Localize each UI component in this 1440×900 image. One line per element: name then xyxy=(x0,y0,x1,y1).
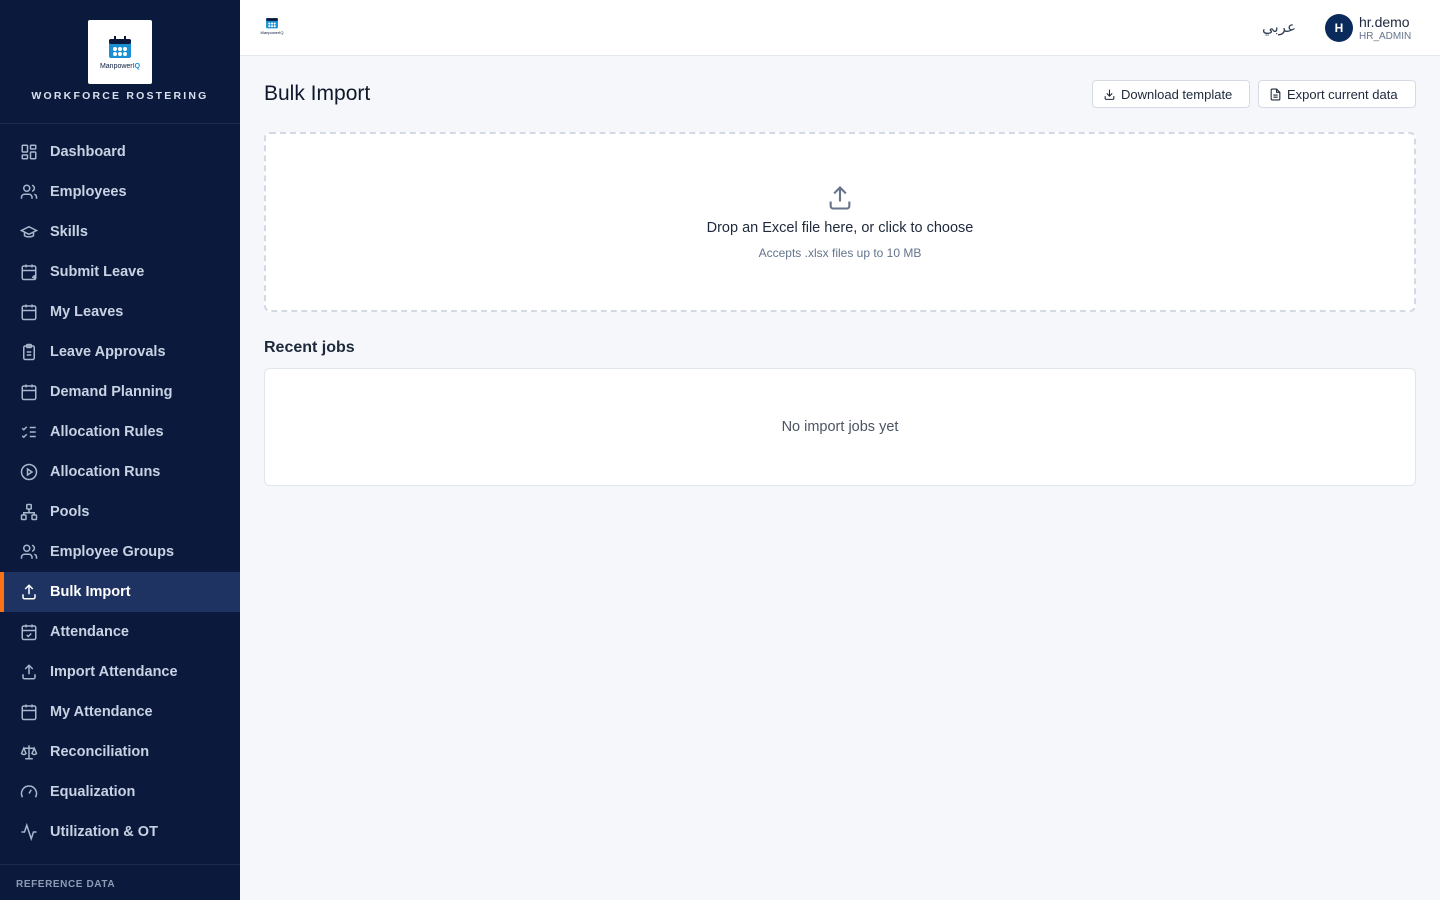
sidebar-item-label: Equalization xyxy=(50,784,136,800)
page-title: Bulk Import xyxy=(264,82,371,105)
user-name[interactable]: hr.demo xyxy=(1359,14,1410,30)
sidebar-item-demand-planning[interactable]: Demand Planning xyxy=(0,372,240,412)
sidebar-item-dashboard[interactable]: Dashboard xyxy=(0,132,240,172)
sidebar-item-label: Allocation Runs xyxy=(50,464,161,480)
topbar-logo-wordmark: ManpowerIQ xyxy=(260,30,284,35)
sidebar-item-employee-groups[interactable]: Employee Groups xyxy=(0,532,240,572)
sidebar-item-label: Dashboard xyxy=(50,144,126,160)
sidebar-item-label: Allocation Rules xyxy=(50,424,164,440)
sidebar-item-allocation-rules[interactable]: Allocation Rules xyxy=(0,412,240,452)
calendar-logo-icon xyxy=(266,18,278,29)
upload-icon xyxy=(20,663,38,681)
list-checks-icon xyxy=(20,423,38,441)
recent-jobs-title: Recent jobs xyxy=(264,339,355,356)
sidebar-item-label: Reconciliation xyxy=(50,744,150,760)
calendar-grid-icon xyxy=(20,383,38,401)
sidebar-item-import-attendance[interactable]: Import Attendance xyxy=(0,652,240,692)
topbar: ManpowerIQ عربي H hr.demo HR_ADMIN xyxy=(240,0,1440,56)
file-dropzone[interactable]: Drop an Excel file here, or click to cho… xyxy=(264,132,1416,312)
sidebar-item-submit-leave[interactable]: Submit Leave xyxy=(0,252,240,292)
avatar[interactable]: H xyxy=(1325,14,1353,42)
reference-data-section-label: REFERENCE DATA xyxy=(0,864,240,890)
calendar-grid-icon xyxy=(20,703,38,721)
sidebar-item-attendance[interactable]: Attendance xyxy=(0,612,240,652)
calendar-plus-icon xyxy=(20,263,38,281)
gauge-icon xyxy=(20,783,38,801)
sidebar-item-leave-approvals[interactable]: Leave Approvals xyxy=(0,332,240,372)
sidebar-item-label: Leave Approvals xyxy=(50,344,166,360)
upload-icon xyxy=(829,186,851,210)
sidebar-nav: Dashboard Employees Skills Submit Leave … xyxy=(0,124,240,852)
graduation-cap-icon xyxy=(20,223,38,241)
sidebar-item-bulk-import[interactable]: Bulk Import xyxy=(0,572,240,612)
brand-subtitle: WORKFORCE ROSTERING xyxy=(31,90,209,102)
users-icon xyxy=(20,183,38,201)
language-toggle[interactable]: عربي xyxy=(1262,18,1296,36)
sidebar-item-label: Utilization & OT xyxy=(50,824,158,840)
export-current-data-button[interactable]: Export current data xyxy=(1258,80,1416,108)
sidebar-item-reconciliation[interactable]: Reconciliation xyxy=(0,732,240,772)
recent-jobs-panel: No import jobs yet xyxy=(264,368,1416,486)
sidebar-item-label: Skills xyxy=(50,224,88,240)
sidebar-item-label: Employee Groups xyxy=(50,544,175,560)
brand-logo[interactable]: ManpowerIQ xyxy=(88,20,152,84)
download-template-button[interactable]: Download template xyxy=(1092,80,1250,108)
brand-header: ManpowerIQ WORKFORCE ROSTERING xyxy=(0,0,240,124)
calendar-check-icon xyxy=(20,623,38,641)
sidebar-item-skills[interactable]: Skills xyxy=(0,212,240,252)
scale-icon xyxy=(20,743,38,761)
sidebar-item-utilization-ot[interactable]: Utilization & OT xyxy=(0,812,240,852)
sidebar-item-label: Pools xyxy=(50,504,90,520)
upload-icon xyxy=(20,583,38,601)
sidebar-item-allocation-runs[interactable]: Allocation Runs xyxy=(0,452,240,492)
sidebar-item-label: Attendance xyxy=(50,624,129,640)
sidebar-item-employees[interactable]: Employees xyxy=(0,172,240,212)
clipboard-check-icon xyxy=(20,343,38,361)
sidebar-item-label: My Leaves xyxy=(50,304,124,320)
sidebar-item-label: Submit Leave xyxy=(50,264,145,280)
users-icon xyxy=(20,543,38,561)
sidebar-item-label: Bulk Import xyxy=(50,584,131,600)
logo-wordmark: ManpowerIQ xyxy=(99,62,141,70)
topbar-logo[interactable]: ManpowerIQ xyxy=(258,16,286,38)
file-text-icon xyxy=(1269,88,1282,101)
sidebar-item-label: Demand Planning xyxy=(50,384,173,400)
network-icon xyxy=(20,503,38,521)
download-template-label: Download template xyxy=(1121,86,1233,102)
dropzone-title: Drop an Excel file here, or click to cho… xyxy=(706,220,974,236)
sidebar: ManpowerIQ WORKFORCE ROSTERING Dashboard… xyxy=(0,0,240,900)
sidebar-item-my-attendance[interactable]: My Attendance xyxy=(0,692,240,732)
dropzone-hint: Accepts .xlsx files up to 10 MB xyxy=(758,246,922,260)
dashboard-icon xyxy=(20,143,38,161)
sidebar-item-pools[interactable]: Pools xyxy=(0,492,240,532)
download-icon xyxy=(1103,88,1116,101)
export-current-data-label: Export current data xyxy=(1287,86,1398,102)
sidebar-item-label: Employees xyxy=(50,184,127,200)
sidebar-item-label: Import Attendance xyxy=(50,664,178,680)
user-role: HR_ADMIN xyxy=(1359,31,1412,42)
empty-state-text: No import jobs yet xyxy=(781,419,899,435)
activity-icon xyxy=(20,823,38,841)
sidebar-item-my-leaves[interactable]: My Leaves xyxy=(0,292,240,332)
calendar-icon xyxy=(20,303,38,321)
sidebar-item-label: My Attendance xyxy=(50,704,153,720)
play-circle-icon xyxy=(20,463,38,481)
sidebar-item-equalization[interactable]: Equalization xyxy=(0,772,240,812)
calendar-logo-icon xyxy=(109,35,131,58)
